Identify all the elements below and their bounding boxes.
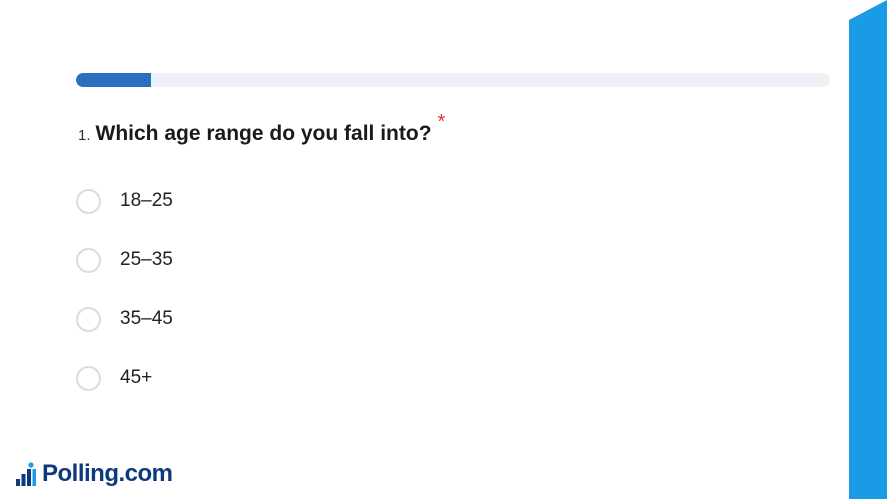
option-18-25[interactable]: 18–25 xyxy=(76,186,173,216)
required-asterisk: * xyxy=(437,111,446,133)
brand-name: Polling.com xyxy=(42,460,173,487)
survey-progress-fill xyxy=(76,73,152,87)
radio-button[interactable] xyxy=(76,306,101,332)
answer-options: 18–25 25–35 35–45 45+ xyxy=(76,186,173,422)
option-25-35[interactable]: 25–35 xyxy=(76,245,173,275)
radio-button[interactable] xyxy=(76,188,101,214)
question-heading: 1. Which age range do you fall into? * xyxy=(78,111,445,146)
brand-logo: Polling.com xyxy=(16,460,173,488)
side-accent-band xyxy=(849,0,887,499)
option-label: 45+ xyxy=(120,367,153,388)
radio-button[interactable] xyxy=(76,365,101,391)
option-label: 18–25 xyxy=(120,190,173,211)
option-35-45[interactable]: 35–45 xyxy=(76,304,173,334)
option-label: 35–45 xyxy=(120,308,173,329)
question-text: Which age range do you fall into? xyxy=(95,122,432,145)
radio-button[interactable] xyxy=(76,247,101,273)
survey-progress-bar xyxy=(76,73,830,87)
option-label: 25–35 xyxy=(120,249,173,270)
option-45-plus[interactable]: 45+ xyxy=(76,363,173,393)
bar-chart-figure-icon xyxy=(16,462,36,486)
question-number: 1. xyxy=(78,127,91,144)
